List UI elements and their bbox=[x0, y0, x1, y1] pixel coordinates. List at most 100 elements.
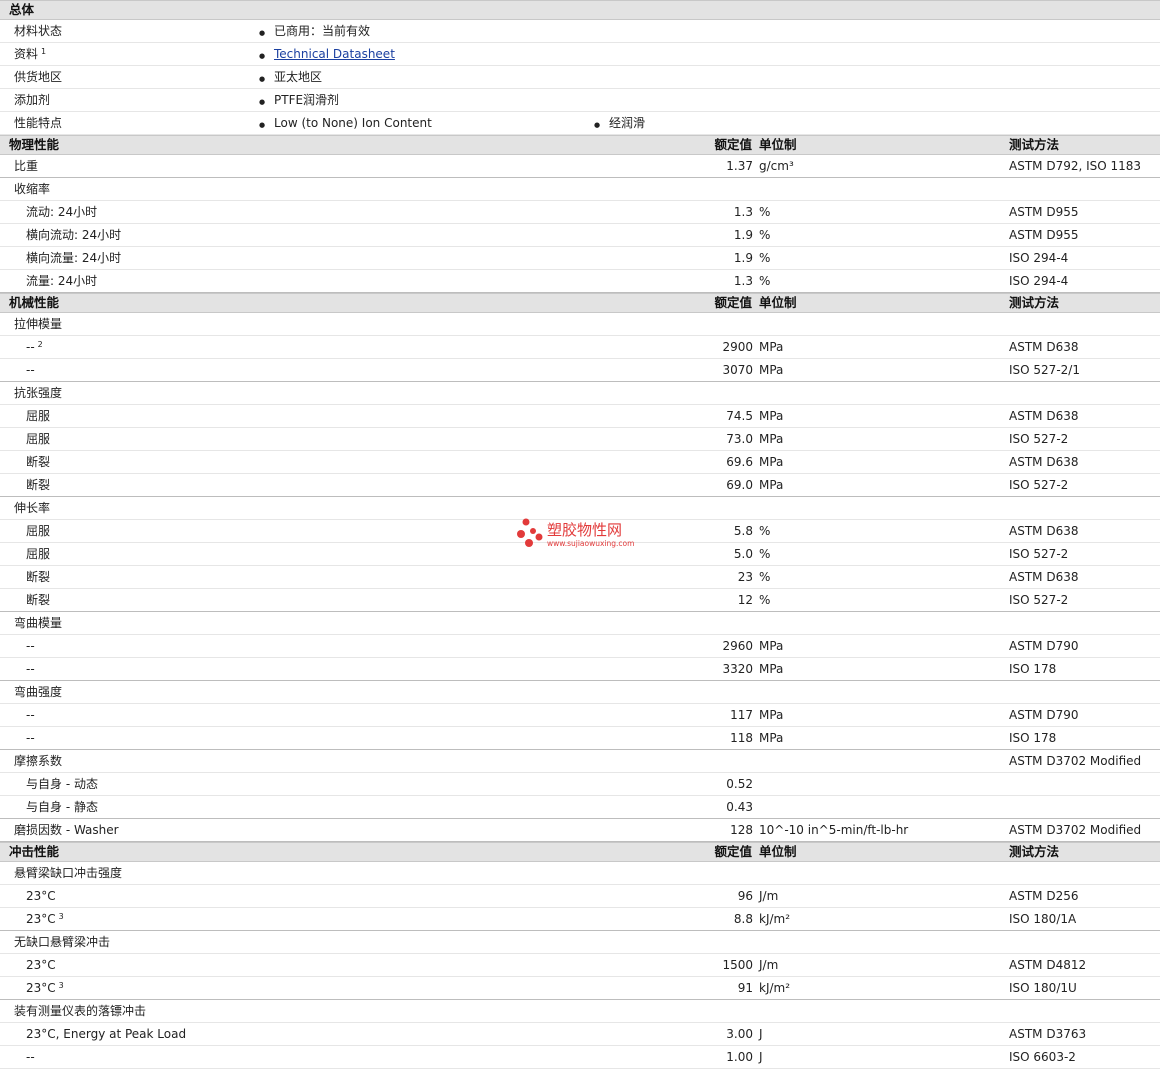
label-text: 比重 bbox=[14, 159, 39, 173]
property-label: 抗张强度 bbox=[14, 382, 62, 405]
property-row: -- 117 MPa ASTM D790 bbox=[0, 704, 1160, 727]
footnote-ref[interactable]: 1 bbox=[41, 47, 46, 56]
label-text: 23°C bbox=[26, 981, 56, 995]
label-text: -- bbox=[26, 639, 35, 653]
property-label: 摩擦系数 bbox=[14, 750, 62, 773]
property-row: 横向流量: 24小时 1.9% ISO 294-4 bbox=[0, 247, 1160, 270]
footnote-ref[interactable]: 3 bbox=[59, 981, 64, 990]
label-text: 断裂 bbox=[26, 478, 51, 492]
label-text: -- bbox=[26, 363, 35, 377]
label-text: 屈服 bbox=[26, 547, 51, 561]
property-row: 23°C 96 J/m ASTM D256 bbox=[0, 885, 1160, 908]
label-text: 伸长率 bbox=[14, 501, 51, 515]
label-text: 添加剂 bbox=[14, 93, 51, 107]
test-method: ISO 294-4 bbox=[1009, 251, 1069, 265]
property-label: -- 2 bbox=[26, 336, 43, 359]
nominal-value: 118 bbox=[730, 731, 753, 745]
label-text: 断裂 bbox=[26, 570, 51, 584]
property-label: 磨损因数 - Washer bbox=[14, 819, 119, 842]
property-row: 伸长率 bbox=[0, 497, 1160, 520]
property-label: 悬臂梁缺口冲击强度 bbox=[14, 862, 122, 885]
nominal-value: 96 bbox=[737, 889, 753, 903]
value-text: 亚太地区 bbox=[274, 70, 323, 84]
property-label: 流量: 24小时 bbox=[26, 270, 97, 293]
property-label: 弯曲模量 bbox=[14, 612, 62, 635]
test-method: ASTM D3702 Modified bbox=[1009, 823, 1142, 837]
unit-value: MPa bbox=[759, 340, 784, 354]
test-method: ASTM D792, ISO 1183 bbox=[1009, 159, 1142, 173]
nominal-value: 1.9 bbox=[733, 228, 753, 242]
property-label: 断裂 bbox=[26, 589, 50, 612]
unit-value: MPa bbox=[759, 432, 784, 446]
nominal-value: 1.3 bbox=[733, 274, 753, 288]
property-label: 与自身 - 动态 bbox=[26, 773, 98, 796]
property-row: 断裂 12% ISO 527-2 bbox=[0, 589, 1160, 612]
property-row: 流量: 24小时 1.3% ISO 294-4 bbox=[0, 270, 1160, 293]
value-text: PTFE润滑剂 bbox=[274, 93, 340, 107]
property-row: 无缺口悬臂梁冲击 bbox=[0, 931, 1160, 954]
test-method: ISO 178 bbox=[1009, 731, 1057, 745]
property-row: 悬臂梁缺口冲击强度 bbox=[0, 862, 1160, 885]
general-value: ● 已商用：当前有效 bbox=[259, 20, 370, 45]
label-text: 装有测量仪表的落镖冲击 bbox=[14, 1004, 147, 1018]
property-row: 断裂 69.6 MPa ASTM D638 bbox=[0, 451, 1160, 474]
label-text: 拉伸模量 bbox=[14, 317, 63, 331]
nominal-value: 73.0 bbox=[726, 432, 753, 446]
test-method: ISO 527-2 bbox=[1009, 432, 1069, 446]
label-text: 磨损因数 - Washer bbox=[14, 823, 119, 837]
general-value: ● Technical Datasheet bbox=[259, 43, 395, 68]
test-method: ASTM D4812 bbox=[1009, 958, 1087, 972]
label-text: 流量: 24小时 bbox=[26, 274, 98, 288]
label-text: 屈服 bbox=[26, 524, 51, 538]
label-text: -- bbox=[26, 340, 35, 354]
unit-value: MPa bbox=[759, 455, 784, 469]
property-label: -- bbox=[26, 359, 35, 382]
property-label: 屈服 bbox=[26, 405, 50, 428]
unit-value: J/m bbox=[759, 958, 779, 972]
unit-value: % bbox=[759, 524, 771, 538]
section-header: 冲击性能 额定值 单位制 测试方法 bbox=[0, 842, 1160, 862]
nominal-value: 1.3 bbox=[733, 205, 753, 219]
property-row: 弯曲强度 bbox=[0, 681, 1160, 704]
property-label: 23°C 3 bbox=[26, 908, 64, 931]
nominal-value: 1.37 bbox=[726, 159, 753, 173]
footnote-ref[interactable]: 3 bbox=[59, 912, 64, 921]
label-text: 横向流量: 24小时 bbox=[26, 251, 122, 265]
section-header-general: 总体 bbox=[0, 0, 1160, 20]
unit-value: MPa bbox=[759, 731, 784, 745]
property-label: 流动: 24小时 bbox=[26, 201, 97, 224]
property-row: -- 3070 MPa ISO 527-2/1 bbox=[0, 359, 1160, 382]
test-method: ASTM D638 bbox=[1009, 340, 1079, 354]
general-value: ● Low (to None) Ion Content bbox=[259, 112, 432, 137]
footnote-ref[interactable]: 2 bbox=[38, 340, 43, 349]
label-text: 资料 bbox=[14, 47, 39, 61]
label-text: 材料状态 bbox=[14, 24, 63, 38]
section-title: 物理性能 bbox=[9, 137, 60, 152]
property-row: 屈服 74.5 MPa ASTM D638 bbox=[0, 405, 1160, 428]
general-label: 材料状态 bbox=[14, 20, 62, 43]
property-row: 抗张强度 bbox=[0, 382, 1160, 405]
property-label: 断裂 bbox=[26, 474, 50, 497]
property-label: -- bbox=[26, 727, 35, 750]
label-text: 屈服 bbox=[26, 432, 51, 446]
unit-value: g/cm³ bbox=[759, 159, 794, 173]
general-value: ● 亚太地区 bbox=[259, 66, 322, 91]
test-method: ASTM D955 bbox=[1009, 228, 1079, 242]
unit-value: MPa bbox=[759, 363, 784, 377]
test-method: ISO 527-2/1 bbox=[1009, 363, 1080, 377]
nominal-value: 23 bbox=[737, 570, 753, 584]
general-row: 材料状态 ● 已商用：当前有效 bbox=[0, 20, 1160, 43]
unit-value: % bbox=[759, 274, 771, 288]
unit-value: MPa bbox=[759, 708, 784, 722]
property-label: 拉伸模量 bbox=[14, 313, 62, 336]
unit-value: kJ/m² bbox=[759, 912, 791, 926]
header-nominal: 额定值 bbox=[714, 844, 752, 859]
general-row: 资料 1 ● Technical Datasheet bbox=[0, 43, 1160, 66]
label-text: 23°C bbox=[26, 912, 56, 926]
property-label: 与自身 - 静态 bbox=[26, 796, 98, 819]
unit-value: MPa bbox=[759, 409, 784, 423]
datasheet-link[interactable]: Technical Datasheet bbox=[274, 47, 395, 61]
unit-value: % bbox=[759, 228, 771, 242]
nominal-value: 3.00 bbox=[726, 1027, 753, 1041]
bullet-icon: ● bbox=[594, 121, 601, 129]
